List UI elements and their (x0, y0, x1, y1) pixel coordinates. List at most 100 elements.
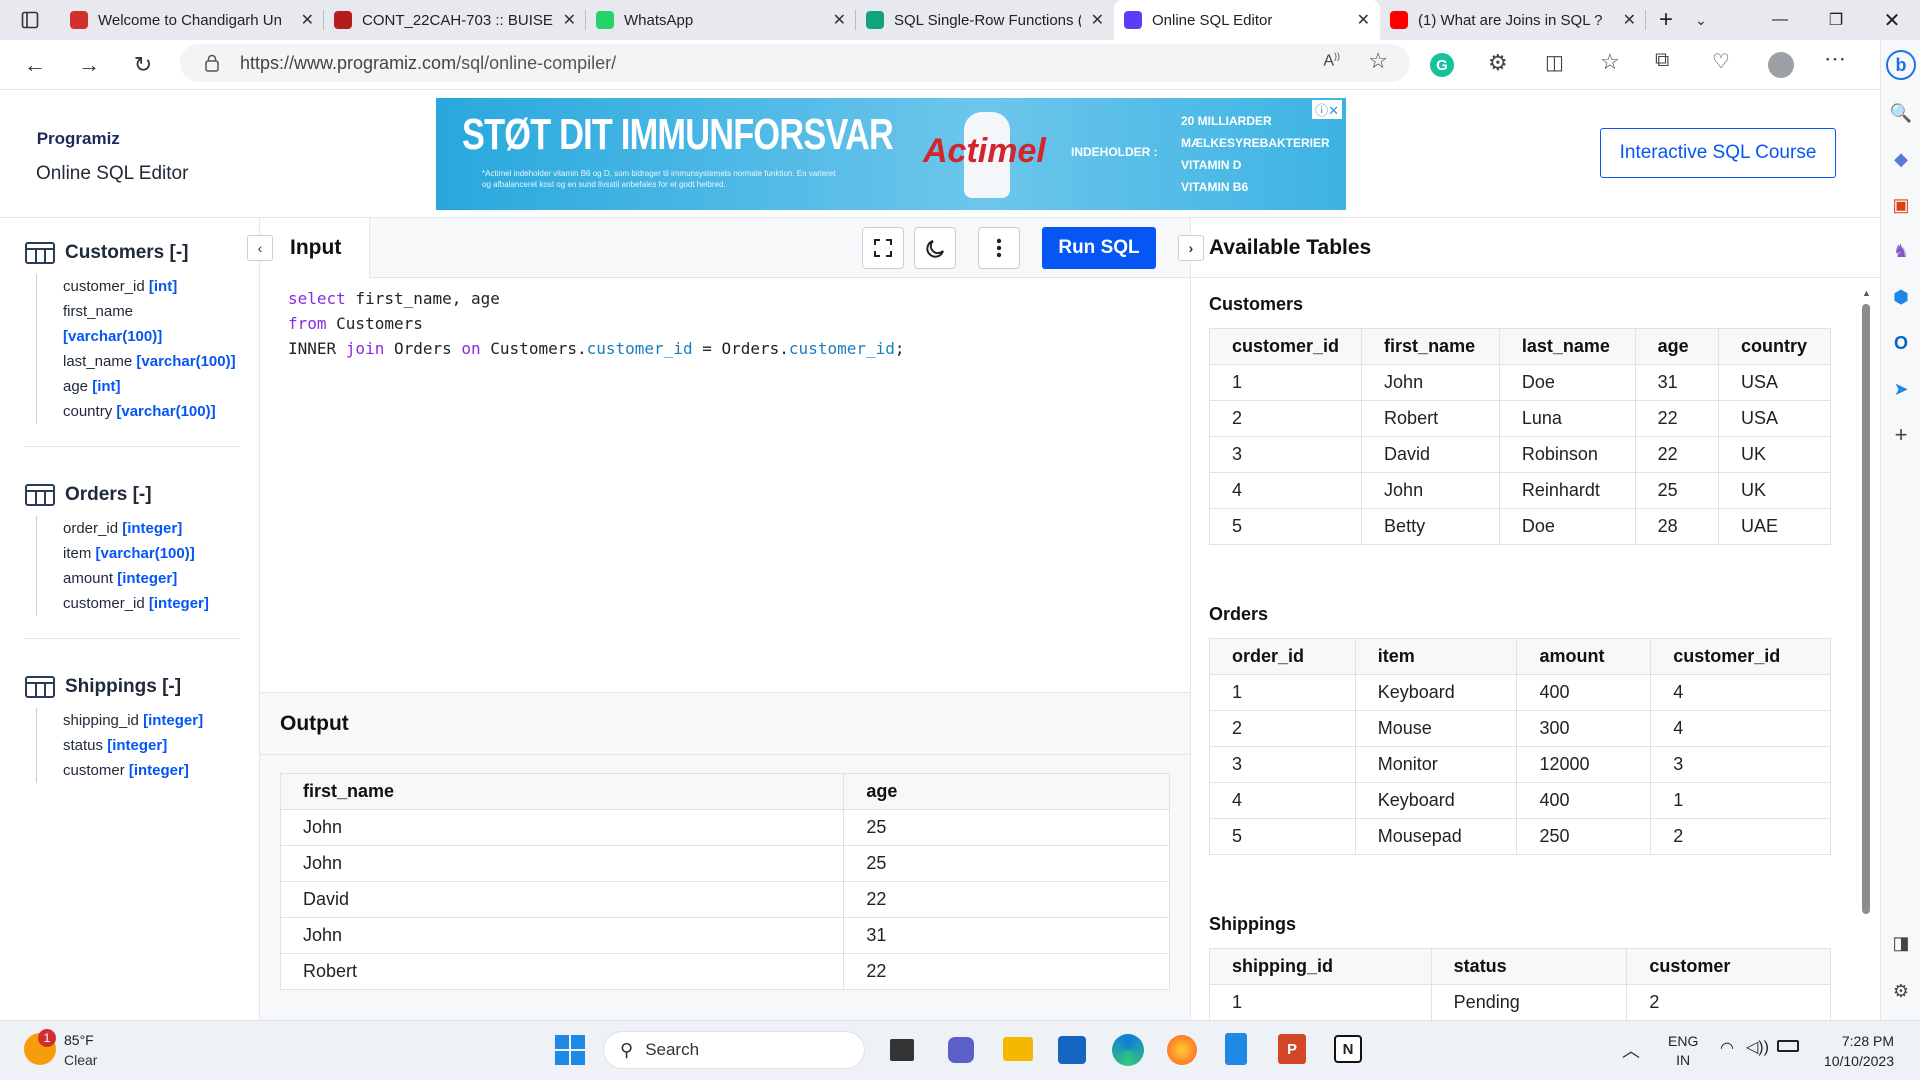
browser-tab[interactable]: CONT_22CAH-703 :: BUISE ✕ (324, 0, 586, 40)
schema-column-name: item (63, 545, 92, 562)
schema-divider (25, 446, 240, 447)
microsoft-store-icon[interactable] (1058, 1036, 1086, 1064)
scrollbar-thumb[interactable] (1862, 304, 1870, 914)
url-field[interactable]: https://www.programiz.com/sql/online-com… (180, 44, 1410, 82)
restore-button[interactable]: ❐ (1808, 0, 1864, 40)
table-cell: Robinson (1498, 436, 1636, 473)
tab-close-icon[interactable]: ✕ (301, 10, 314, 30)
favorites-icon[interactable]: ☆ (1600, 49, 1620, 75)
clock[interactable]: 7:28 PM 10/10/2023 (1812, 1031, 1894, 1071)
minimize-button[interactable]: — (1752, 0, 1808, 40)
back-button[interactable]: ← (8, 40, 62, 90)
more-options-button[interactable] (978, 227, 1020, 269)
close-window-button[interactable]: ✕ (1864, 0, 1920, 40)
tab-list-chevron-icon[interactable]: ⌄ (1686, 0, 1716, 40)
tab-favicon-icon (596, 11, 614, 29)
tab-label: Online SQL Editor (1152, 11, 1273, 29)
code-line: select first_name, age (288, 286, 1190, 311)
schema-table-header[interactable]: Shippings [-] (0, 676, 260, 698)
schema-column-type: [int] (148, 278, 178, 295)
microsoft-365-icon[interactable]: ⬢ (1881, 274, 1920, 320)
page-header: PProgramiz Online SQL Editor STØT DIT IM… (0, 90, 1880, 218)
available-table-title: Orders (1209, 604, 1269, 624)
forward-button[interactable]: → (62, 40, 116, 90)
powerpoint-icon[interactable]: P (1278, 1034, 1306, 1064)
tools-icon[interactable]: ▣ (1881, 182, 1920, 228)
battery-icon[interactable] (1777, 1040, 1799, 1052)
split-screen-icon[interactable]: ◫ (1545, 50, 1564, 75)
table-cell: 1 (1650, 782, 1831, 819)
volume-icon[interactable]: ◁)) (1746, 1037, 1769, 1057)
tab-actions-button[interactable] (0, 0, 60, 40)
notepad-icon[interactable] (1225, 1033, 1247, 1065)
collapse-left-chevron-icon[interactable]: ‹ (247, 235, 273, 261)
search-icon[interactable]: 🔍 (1881, 90, 1920, 136)
tab-close-icon[interactable]: ✕ (563, 10, 576, 30)
games-icon[interactable]: ♞ (1881, 228, 1920, 274)
outlook-icon[interactable]: O (1881, 320, 1920, 366)
scrollbar[interactable]: ▲ (1862, 288, 1871, 928)
collections-icon[interactable]: ⧉ (1655, 49, 1669, 72)
add-sidebar-icon[interactable]: + (1881, 412, 1920, 458)
schema-table-header[interactable]: Customers [-] (0, 242, 260, 264)
settings-gear-icon[interactable]: ⚙ (1881, 968, 1920, 1014)
tab-close-icon[interactable]: ✕ (833, 10, 846, 30)
available-tables-title: Available Tables (1209, 235, 1372, 259)
tab-favicon-icon (1124, 11, 1142, 29)
fullscreen-button[interactable] (862, 227, 904, 269)
run-sql-button[interactable]: Run SQL (1042, 227, 1156, 269)
refresh-button[interactable]: ↻ (116, 40, 170, 90)
advertisement-banner[interactable]: STØT DIT IMMUNFORSVAR *Actimel indeholde… (436, 98, 1346, 210)
task-view-icon[interactable] (890, 1039, 914, 1061)
start-button[interactable] (555, 1035, 585, 1065)
table-icon (25, 242, 55, 264)
dark-mode-button[interactable] (914, 227, 956, 269)
shopping-icon[interactable]: ◆ (1881, 136, 1920, 182)
programiz-logo[interactable]: PProgramiz (36, 128, 120, 150)
schema-divider (25, 638, 240, 639)
browser-essentials-icon[interactable]: ♡ (1712, 49, 1730, 74)
show-hidden-icons-chevron-icon[interactable]: ︿ (1622, 1037, 1640, 1063)
language-indicator[interactable]: ENG IN (1668, 1032, 1698, 1070)
read-aloud-icon[interactable]: A)) (1323, 51, 1340, 70)
favorite-star-icon[interactable]: ☆ (1368, 48, 1388, 74)
browser-tab[interactable]: WhatsApp ✕ (586, 0, 856, 40)
table-cell: 25 (843, 845, 1170, 882)
sql-code-editor[interactable]: select first_name, age from Customers INNE… (260, 278, 1190, 361)
new-tab-button[interactable]: + (1646, 0, 1686, 40)
notion-icon[interactable]: N (1334, 1035, 1362, 1063)
teams-chat-icon[interactable] (948, 1037, 974, 1063)
grammarly-extension-icon[interactable]: G (1430, 53, 1454, 77)
file-explorer-icon[interactable] (1003, 1037, 1033, 1061)
browser-tab[interactable]: SQL Single-Row Functions (✕ (856, 0, 1114, 40)
profile-avatar[interactable] (1768, 52, 1794, 78)
send-icon[interactable]: ➤ (1881, 366, 1920, 412)
browser-tab[interactable]: (1) What are Joins in SQL ? ✕ (1380, 0, 1646, 40)
table-cell: 3 (1209, 746, 1356, 783)
scroll-up-arrow-icon[interactable]: ▲ (1862, 288, 1871, 298)
expand-right-chevron-icon[interactable]: › (1178, 235, 1204, 261)
available-table: order_id item amount customer_id 1 Keyboard 40… (1209, 638, 1831, 855)
bing-copilot-icon[interactable]: b (1881, 40, 1920, 90)
edge-browser-icon[interactable] (1112, 1034, 1144, 1066)
tab-close-icon[interactable]: ✕ (1623, 10, 1636, 30)
extensions-icon[interactable]: ⚙ (1488, 50, 1508, 76)
tab-close-icon[interactable]: ✕ (1357, 10, 1370, 30)
more-menu-icon[interactable]: ⋯ (1824, 46, 1846, 72)
tab-close-icon[interactable]: ✕ (1091, 10, 1104, 30)
browser-tab[interactable]: Online SQL Editor ✕ (1114, 0, 1380, 40)
fullscreen-icon (874, 239, 892, 257)
table-cell: 31 (1634, 364, 1720, 401)
table-cell: 4 (1650, 674, 1831, 711)
interactive-sql-course-button[interactable]: Interactive SQL Course (1600, 128, 1836, 178)
input-tab[interactable]: Input (260, 218, 370, 278)
firefox-icon[interactable] (1167, 1035, 1197, 1065)
taskbar-search-box[interactable]: ⚲ Search (603, 1031, 865, 1069)
wifi-icon[interactable]: ◠ (1720, 1038, 1734, 1058)
browser-tab[interactable]: Welcome to Chandigarh Un ✕ (60, 0, 324, 40)
table-cell: 22 (843, 881, 1170, 918)
sql-text: Customers (326, 314, 423, 333)
schema-table-header[interactable]: Orders [-] (0, 484, 260, 506)
ad-close-icon[interactable]: ⓘ✕ (1312, 100, 1342, 119)
sidebar-panel-icon[interactable]: ◨ (1881, 920, 1920, 966)
